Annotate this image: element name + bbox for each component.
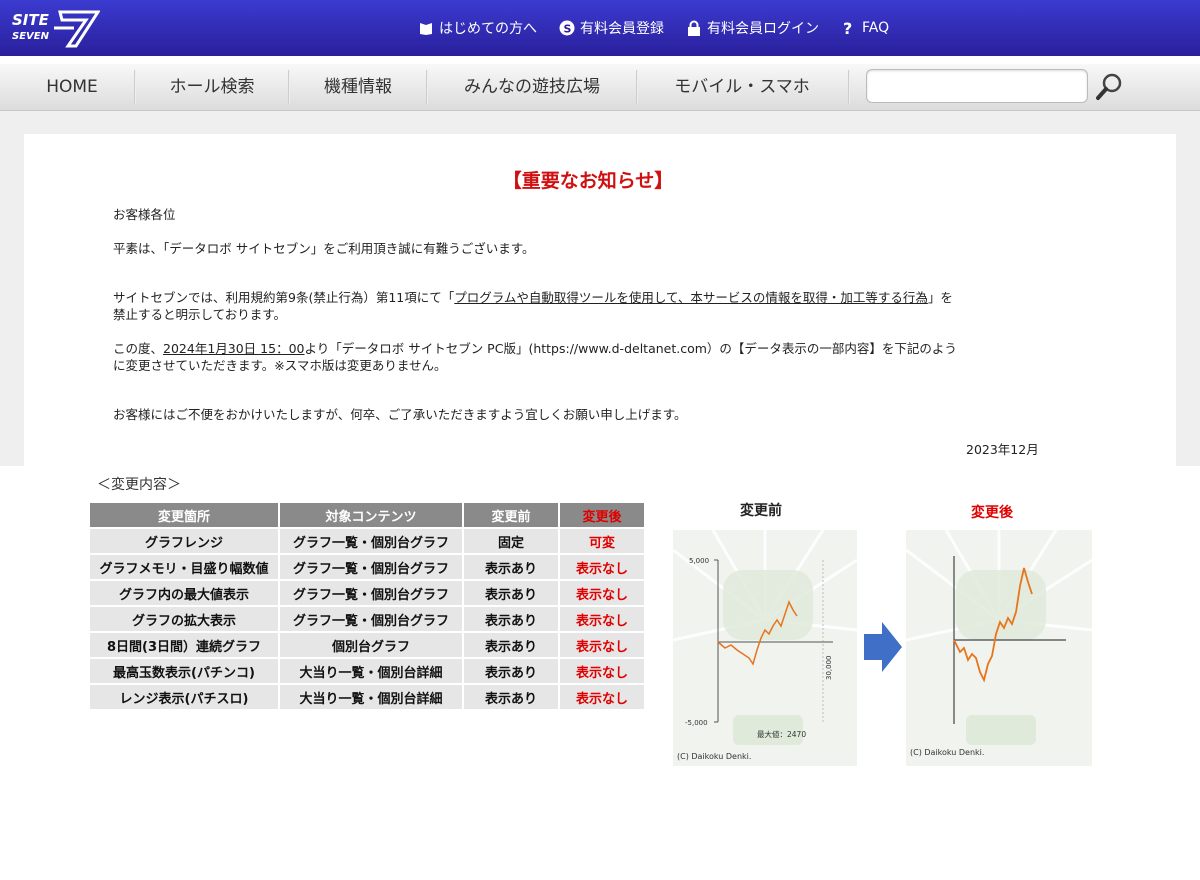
before-graph: 5,000 -5,000 30,000 最大値：2470 (C) Daikoku…	[672, 529, 858, 766]
question-icon: ?	[843, 20, 852, 36]
table-cell: グラフの拡大表示	[90, 607, 278, 631]
svg-text:SITE: SITE	[12, 11, 50, 29]
table-row: グラフの拡大表示 グラフ一覧・個別台グラフ 表示あり 表示なし	[90, 607, 644, 631]
book-icon	[420, 23, 432, 35]
table-cell: 可変	[560, 529, 644, 553]
table-row: グラフメモリ・目盛り幅数値 グラフ一覧・個別台グラフ 表示あり 表示なし	[90, 555, 644, 579]
nav-machine-info[interactable]: 機種情報	[290, 64, 426, 110]
table-row: グラフ内の最大値表示 グラフ一覧・個別台グラフ 表示あり 表示なし	[90, 581, 644, 605]
table-cell: グラフ一覧・個別台グラフ	[280, 607, 462, 631]
table-cell: 個別台グラフ	[280, 633, 462, 657]
notice-date: 2023年12月	[966, 442, 1039, 457]
after-graph-title: 変更後	[971, 505, 1013, 521]
salutation: お客様各位	[113, 207, 176, 222]
table-cell: グラフ一覧・個別台グラフ	[280, 581, 462, 605]
change-date: 2024年1月30日 15：00	[163, 341, 305, 356]
table-row: 8日間(3日間）連続グラフ 個別台グラフ 表示あり 表示なし	[90, 633, 644, 657]
table-cell: グラフメモリ・目盛り幅数値	[90, 555, 278, 579]
table-cell: グラフレンジ	[90, 529, 278, 553]
table-cell: 表示なし	[560, 659, 644, 683]
notice-title: 【重要なお知らせ】	[502, 170, 674, 192]
table-cell: グラフ一覧・個別台グラフ	[280, 529, 462, 553]
nav-mobile[interactable]: モバイル・スマホ	[638, 64, 846, 110]
table-cell: 表示あり	[464, 659, 558, 683]
link-beginners[interactable]: はじめての方へ	[418, 18, 537, 38]
table-cell: 表示なし	[560, 581, 644, 605]
table-cell: 表示あり	[464, 555, 558, 579]
changes-label: ＜変更内容＞	[97, 477, 181, 493]
svg-text:-5,000: -5,000	[685, 719, 708, 727]
table-cell: 表示なし	[560, 685, 644, 709]
table-cell: レンジ表示(パチスロ)	[90, 685, 278, 709]
svg-text:5,000: 5,000	[689, 557, 709, 565]
table-cell: グラフ内の最大値表示	[90, 581, 278, 605]
column-header: 変更前	[464, 503, 558, 527]
after-graph: (C) Daikoku Denki.	[905, 529, 1093, 766]
table-header-row: 変更箇所 対象コンテンツ 変更前 変更後	[90, 503, 644, 527]
nav-plaza[interactable]: みんなの遊技広場	[428, 64, 636, 110]
column-header: 変更箇所	[90, 503, 278, 527]
link-faq[interactable]: ? FAQ	[841, 20, 889, 36]
nav-divider	[848, 70, 850, 104]
notice-paragraph: 平素は、「データロボ サイトセブン」をご利用頂き誠に有難うございます。	[113, 241, 535, 256]
lock-icon	[688, 20, 700, 36]
notice-paragraph: お客様にはご不便をおかけいたしますが、何卒、ご了承いただきますよう宜しくお願い申…	[113, 407, 687, 422]
table-cell: 表示なし	[560, 633, 644, 657]
site-seven-logo[interactable]: SITE SEVEN	[10, 8, 100, 50]
table-cell: 表示あり	[464, 607, 558, 631]
svg-text:SEVEN: SEVEN	[12, 31, 50, 42]
table-row: レンジ表示(パチスロ) 大当り一覧・個別台詳細 表示あり 表示なし	[90, 685, 644, 709]
table-cell: 大当り一覧・個別台詳細	[280, 659, 462, 683]
svg-text:最大値：2470: 最大値：2470	[757, 729, 806, 739]
graph-credit: (C) Daikoku Denki.	[910, 748, 985, 757]
table-cell: 固定	[464, 529, 558, 553]
before-graph-title: 変更前	[740, 503, 782, 519]
s-circle-icon: S	[559, 20, 575, 36]
table-cell: 表示なし	[560, 555, 644, 579]
svg-text:S: S	[564, 23, 572, 36]
arrow-right-icon	[864, 622, 902, 672]
notice-paragraph: サイトセブンでは、利用規約第9条(禁止行為）第11項にて「プログラムや自動取得ツ…	[113, 290, 953, 322]
main-nav: HOME ホール検索 機種情報 みんなの遊技広場 モバイル・スマホ	[0, 64, 1200, 111]
svg-text:?: ?	[843, 20, 852, 36]
graph-credit: (C) Daikoku Denki.	[677, 752, 752, 761]
changes-table: 変更箇所 対象コンテンツ 変更前 変更後 グラフレンジ グラフ一覧・個別台グラフ…	[88, 501, 646, 711]
table-cell: 大当り一覧・個別台詳細	[280, 685, 462, 709]
search-input[interactable]	[866, 69, 1088, 103]
notice-paragraph: この度、2024年1月30日 15：00より「データロボ サイトセブン PC版」…	[113, 341, 957, 373]
table-cell: 表示あり	[464, 685, 558, 709]
table-row: グラフレンジ グラフ一覧・個別台グラフ 固定 可変	[90, 529, 644, 553]
before-graph-image: 5,000 -5,000 30,000 最大値：2470	[672, 529, 858, 745]
nav-hall-search[interactable]: ホール検索	[136, 64, 288, 110]
nav-home[interactable]: HOME	[12, 64, 132, 110]
svg-text:30,000: 30,000	[825, 656, 833, 681]
table-cell: 表示あり	[464, 633, 558, 657]
table-cell: 最高玉数表示(パチンコ)	[90, 659, 278, 683]
link-login[interactable]: 有料会員ログイン	[686, 18, 819, 38]
table-cell: 表示なし	[560, 607, 644, 631]
table-cell: 表示あり	[464, 581, 558, 605]
table-row: 最高玉数表示(パチンコ) 大当り一覧・個別台詳細 表示あり 表示なし	[90, 659, 644, 683]
column-header: 変更後	[560, 503, 644, 527]
table-cell: 8日間(3日間）連続グラフ	[90, 633, 278, 657]
table-cell: グラフ一覧・個別台グラフ	[280, 555, 462, 579]
after-graph-image	[905, 529, 1093, 745]
link-register[interactable]: S 有料会員登録	[559, 18, 664, 38]
terms-link[interactable]: プログラムや自動取得ツールを使用して、本サービスの情報を取得・加工等する行為	[454, 290, 928, 305]
top-bar: SITE SEVEN はじめての方へ S 有料会員登録 有料会員ログイン ? F…	[0, 0, 1200, 56]
search-icon[interactable]	[1094, 70, 1126, 102]
column-header: 対象コンテンツ	[280, 503, 462, 527]
